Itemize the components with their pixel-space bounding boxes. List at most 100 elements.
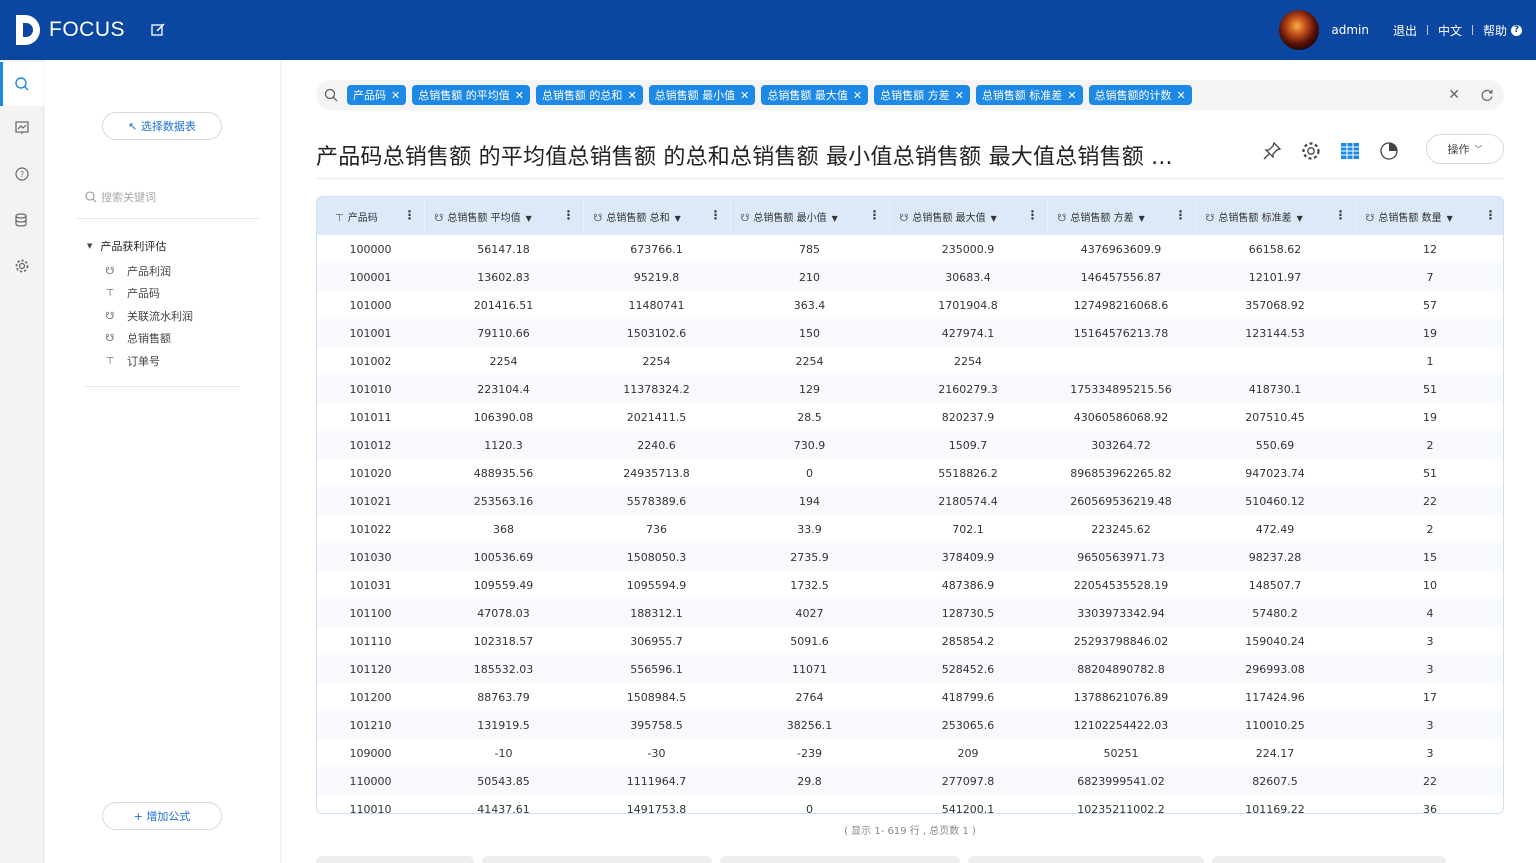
field-item[interactable]: ⊤ 产品码 bbox=[103, 285, 160, 301]
gear-icon[interactable] bbox=[1300, 140, 1322, 162]
more-icon[interactable]: ⋮ bbox=[1485, 209, 1497, 221]
table-row[interactable]: 101110 102318.57 306955.7 5091.6 285854.2 252… bbox=[317, 627, 1503, 655]
more-icon[interactable]: ⋮ bbox=[710, 209, 722, 221]
search-chip[interactable]: 总销售额 的平均值 ✕ bbox=[412, 85, 530, 105]
bottom-tab[interactable] bbox=[1212, 856, 1446, 863]
table-row[interactable]: 101001 79110.66 1503102.6 150 427974.1 151645… bbox=[317, 319, 1503, 347]
table-row[interactable]: 101020 488935.56 24935713.8 0 5518826.2 89685… bbox=[317, 459, 1503, 487]
table-row[interactable]: 101010 223104.4 11378324.2 129 2160279.3 1753… bbox=[317, 375, 1503, 403]
field-item[interactable]: ☋ 关联流水利润 bbox=[103, 308, 193, 324]
help-icon[interactable]: ? bbox=[1511, 24, 1522, 36]
sort-icon[interactable]: ▼ bbox=[675, 214, 681, 223]
table-view-icon[interactable] bbox=[1339, 140, 1361, 162]
add-formula-button[interactable]: + 增加公式 bbox=[102, 802, 222, 830]
table-row[interactable]: 101022 368 736 33.9 702.1 223245.62 472.49 2 bbox=[317, 515, 1503, 543]
column-header[interactable]: ☋ 总销售额 最小值 ▼ ⋮ bbox=[730, 197, 890, 235]
sort-icon[interactable]: ▼ bbox=[1297, 214, 1303, 223]
operations-button[interactable]: 操作 ﹀ bbox=[1426, 134, 1504, 164]
close-icon[interactable]: ✕ bbox=[1177, 89, 1186, 102]
refresh-icon[interactable] bbox=[1480, 88, 1494, 102]
column-header[interactable]: ☋ 总销售额 数量 ▼ ⋮ bbox=[1355, 197, 1503, 235]
column-header[interactable]: ☋ 总销售额 标准差 ▼ ⋮ bbox=[1195, 197, 1356, 235]
rail-help[interactable]: ? bbox=[0, 152, 44, 196]
more-icon[interactable]: ⋮ bbox=[1335, 209, 1347, 221]
search-chip[interactable]: 总销售额的计数 ✕ bbox=[1088, 85, 1192, 105]
rail-settings[interactable] bbox=[0, 244, 44, 288]
column-header[interactable]: ☋ 总销售额 最大值 ▼ ⋮ bbox=[889, 197, 1048, 235]
table-row[interactable]: 101031 109559.49 1095594.9 1732.5 487386.9 22… bbox=[317, 571, 1503, 599]
table-cell: 3 bbox=[1426, 718, 1434, 732]
sort-icon[interactable]: ▼ bbox=[1447, 214, 1453, 223]
username[interactable]: admin bbox=[1331, 23, 1369, 37]
rail-data[interactable] bbox=[0, 198, 44, 242]
column-header[interactable]: ☋ 总销售额 总和 ▼ ⋮ bbox=[583, 197, 731, 235]
table-cell: 253563.16 bbox=[473, 494, 534, 508]
search-chip[interactable]: 总销售额 最小值 ✕ bbox=[648, 85, 756, 105]
field-item[interactable]: ☋ 总销售额 bbox=[103, 330, 171, 346]
language-switch[interactable]: 中文 bbox=[1438, 22, 1462, 39]
search-chip[interactable]: 总销售额 的总和 ✕ bbox=[535, 85, 643, 105]
sort-icon[interactable]: ▼ bbox=[526, 214, 532, 223]
search-chip[interactable]: 产品码 ✕ bbox=[347, 85, 407, 105]
column-header[interactable]: ☋ 总销售额 平均值 ▼ ⋮ bbox=[424, 197, 584, 235]
table-row[interactable]: 101030 100536.69 1508050.3 2735.9 378409.9 96… bbox=[317, 543, 1503, 571]
field-item[interactable]: ☋ 产品利润 bbox=[103, 263, 171, 279]
chart-view-icon[interactable] bbox=[1378, 140, 1400, 162]
help-link[interactable]: 帮助 bbox=[1483, 22, 1507, 39]
table-row[interactable]: 110000 50543.85 1111964.7 29.8 277097.8 68239… bbox=[317, 767, 1503, 795]
column-label: 总销售额 最小值 bbox=[753, 212, 827, 224]
table-row[interactable]: 100000 56147.18 673766.1 785 235000.9 4376963… bbox=[317, 235, 1503, 263]
logout-link[interactable]: 退出 bbox=[1393, 22, 1417, 39]
close-icon[interactable]: ✕ bbox=[740, 89, 749, 102]
close-icon[interactable]: ✕ bbox=[391, 89, 400, 102]
bottom-tab[interactable] bbox=[968, 856, 1204, 863]
search-chip[interactable]: 总销售额 方差 ✕ bbox=[874, 85, 970, 105]
more-icon[interactable]: ⋮ bbox=[1027, 209, 1039, 221]
rail-search[interactable] bbox=[0, 62, 44, 106]
column-header[interactable]: ☋ 总销售额 方差 ▼ ⋮ bbox=[1047, 197, 1196, 235]
clear-icon[interactable]: ✕ bbox=[1448, 87, 1460, 103]
bottom-tab[interactable] bbox=[316, 856, 474, 863]
table-group[interactable]: ▼ 产品获利评估 bbox=[87, 238, 166, 254]
sort-icon[interactable]: ▼ bbox=[1139, 214, 1145, 223]
column-header[interactable]: ⊤ 产品码 ⋮ bbox=[317, 197, 425, 235]
logo[interactable]: FOCUS bbox=[16, 15, 125, 45]
bottom-tab[interactable] bbox=[482, 856, 712, 863]
field-search[interactable]: 搜索关键词 bbox=[85, 188, 260, 206]
close-icon[interactable]: ✕ bbox=[955, 89, 964, 102]
table-row[interactable]: 101200 88763.79 1508984.5 2764 418799.6 13788… bbox=[317, 683, 1503, 711]
search-chip[interactable]: 总销售额 最大值 ✕ bbox=[761, 85, 869, 105]
more-icon[interactable]: ⋮ bbox=[563, 209, 575, 221]
close-icon[interactable]: ✕ bbox=[515, 89, 524, 102]
more-icon[interactable]: ⋮ bbox=[1175, 209, 1187, 221]
more-icon[interactable]: ⋮ bbox=[869, 209, 881, 221]
table-row[interactable]: 101100 47078.03 188312.1 4027 128730.5 330397… bbox=[317, 599, 1503, 627]
table-row[interactable]: 100001 13602.83 95219.8 210 30683.4 146457556… bbox=[317, 263, 1503, 291]
sort-icon[interactable]: ▼ bbox=[832, 214, 838, 223]
more-icon[interactable]: ⋮ bbox=[404, 209, 416, 221]
search-chip[interactable]: 总销售额 标准差 ✕ bbox=[975, 85, 1083, 105]
search-bar[interactable]: 产品码 ✕ 总销售额 的平均值 ✕ 总销售额 的总和 ✕ 总销售额 最小值 ✕ 总销售额… bbox=[316, 80, 1504, 110]
close-icon[interactable]: ✕ bbox=[627, 89, 636, 102]
table-row[interactable]: 110010 41437.61 1491753.8 0 541200.1 10235211… bbox=[317, 795, 1503, 814]
edit-icon[interactable] bbox=[150, 22, 166, 38]
sort-icon[interactable]: ▼ bbox=[991, 214, 997, 223]
close-icon[interactable]: ✕ bbox=[1067, 89, 1076, 102]
field-item[interactable]: ⊤ 订单号 bbox=[103, 353, 160, 369]
rail-board[interactable] bbox=[0, 106, 44, 150]
close-icon[interactable]: ✕ bbox=[853, 89, 862, 102]
table-cell: 7 bbox=[1426, 270, 1434, 284]
table-cell: 33.9 bbox=[797, 522, 822, 536]
table-row[interactable]: 109000 -10 -30 -239 209 50251 224.17 3 bbox=[317, 739, 1503, 767]
table-row[interactable]: 101210 131919.5 395758.5 38256.1 253065.6 121… bbox=[317, 711, 1503, 739]
table-row[interactable]: 101120 185532.03 556596.1 11071 528452.6 8820… bbox=[317, 655, 1503, 683]
table-row[interactable]: 101000 201416.51 11480741 363.4 1701904.8 127… bbox=[317, 291, 1503, 319]
table-row[interactable]: 101012 1120.3 2240.6 730.9 1509.7 303264.72 55… bbox=[317, 431, 1503, 459]
pin-icon[interactable] bbox=[1261, 140, 1283, 162]
select-table-button[interactable]: ↖ 选择数据表 bbox=[102, 112, 222, 140]
table-row[interactable]: 101021 253563.16 5578389.6 194 2180574.4 2605… bbox=[317, 487, 1503, 515]
table-row[interactable]: 101002 2254 2254 2254 2254 1 bbox=[317, 347, 1503, 375]
table-row[interactable]: 101011 106390.08 2021411.5 28.5 820237.9 4306… bbox=[317, 403, 1503, 431]
avatar[interactable] bbox=[1279, 10, 1320, 50]
bottom-tab[interactable] bbox=[720, 856, 960, 863]
